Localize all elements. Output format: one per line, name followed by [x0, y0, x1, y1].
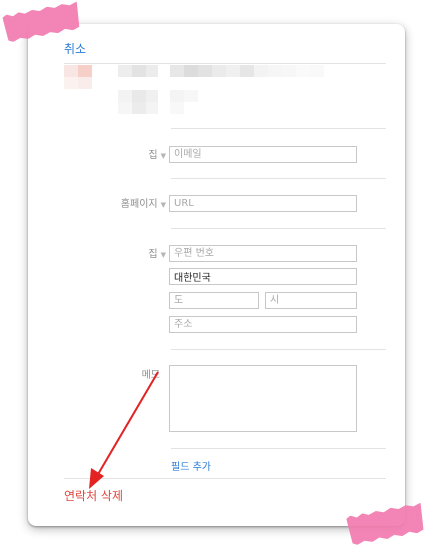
city-field[interactable] — [265, 292, 357, 309]
chevron-down-icon: ▼ — [160, 152, 166, 160]
divider — [171, 228, 386, 229]
divider — [171, 178, 386, 179]
divider — [171, 128, 386, 129]
divider — [64, 63, 386, 64]
chevron-down-icon: ▼ — [160, 251, 166, 259]
postal-code-field[interactable] — [169, 245, 357, 262]
divider — [64, 478, 386, 479]
delete-contact-button[interactable]: 연락처 삭제 — [64, 487, 123, 504]
homepage-field[interactable] — [169, 195, 357, 212]
cancel-button[interactable]: 취소 — [64, 40, 86, 57]
memo-label: 메모 — [141, 370, 160, 381]
memo-field[interactable] — [169, 365, 357, 432]
homepage-label-dropdown[interactable]: 홈페이지 ▼ — [100, 195, 166, 210]
email-field[interactable] — [169, 146, 357, 163]
address-label-dropdown[interactable]: 집 ▼ — [100, 245, 166, 260]
divider — [171, 349, 386, 350]
address-label: 집 — [148, 249, 158, 260]
add-field-button[interactable]: 필드 추가 — [171, 458, 211, 473]
email-label-dropdown[interactable]: 집 ▼ — [100, 146, 166, 161]
chevron-down-icon: ▼ — [160, 201, 166, 209]
email-label: 집 — [148, 150, 158, 161]
country-field[interactable] — [169, 268, 357, 285]
homepage-label: 홈페이지 — [120, 199, 158, 210]
street-field[interactable] — [169, 316, 357, 333]
divider — [171, 448, 386, 449]
province-field[interactable] — [169, 292, 259, 309]
